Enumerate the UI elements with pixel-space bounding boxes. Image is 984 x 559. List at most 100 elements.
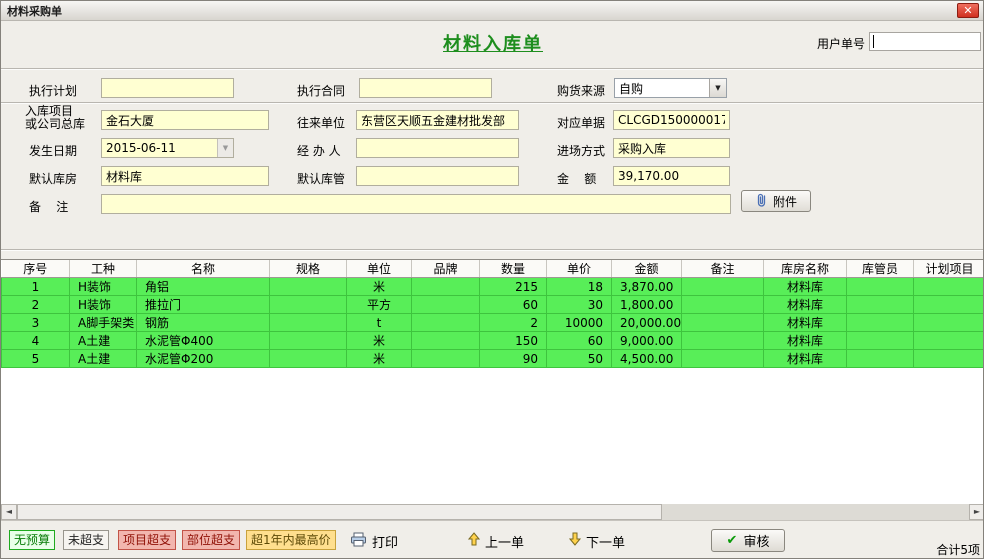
project-label: 入库项目或公司总库 (25, 105, 85, 131)
table-row[interactable]: 2H装饰推拉门平方60301,800.00材料库 (2, 296, 984, 314)
column-header: 名称 (137, 260, 270, 278)
previous-order-label: 上一单 (485, 532, 524, 551)
entry-mode-input[interactable] (613, 138, 730, 158)
amount-input[interactable] (613, 166, 730, 186)
previous-order-button[interactable]: 上一单 (468, 529, 524, 553)
table-row[interactable]: 1H装饰角铝米215183,870.00材料库 (2, 278, 984, 296)
date-picker[interactable]: 2015-06-11 ▼ (101, 138, 234, 158)
table-cell: 水泥管Φ200 (137, 350, 270, 368)
user-no-input[interactable] (869, 32, 981, 51)
column-header: 单位 (347, 260, 412, 278)
table-cell: 20,000.00 (612, 314, 682, 332)
table-cell: 水泥管Φ400 (137, 332, 270, 350)
table-cell: 150 (480, 332, 547, 350)
next-order-button[interactable]: 下一单 (569, 529, 625, 553)
project-input[interactable] (101, 110, 269, 130)
keeper-input[interactable] (356, 166, 519, 186)
table-cell (914, 296, 984, 314)
table-cell: 米 (347, 350, 412, 368)
table-cell (847, 332, 914, 350)
horizontal-scrollbar[interactable]: ◄ ► (1, 504, 984, 520)
table-header-row: 序号工种名称规格单位品牌数量单价金额备注库房名称库管员计划项目 (2, 260, 984, 278)
table-cell: H装饰 (70, 278, 137, 296)
scroll-right-icon[interactable]: ► (969, 504, 984, 520)
table-cell: 2 (480, 314, 547, 332)
table-cell: 90 (480, 350, 547, 368)
column-header: 品牌 (412, 260, 480, 278)
table-cell (682, 296, 764, 314)
table-cell: 钢筋 (137, 314, 270, 332)
table-cell (682, 332, 764, 350)
window-title: 材料采购单 (7, 3, 62, 19)
legend-project-over: 项目超支 (118, 530, 176, 550)
calendar-dropdown-icon[interactable]: ▼ (217, 139, 233, 157)
table-cell (270, 332, 347, 350)
table-cell: 18 (547, 278, 612, 296)
table-cell: 4 (2, 332, 70, 350)
table-cell: 50 (547, 350, 612, 368)
remark-label: 备 注 (29, 198, 68, 215)
exec-contract-label: 执行合同 (297, 82, 345, 99)
divider (1, 249, 984, 251)
table-cell (847, 314, 914, 332)
table-cell: 3 (2, 314, 70, 332)
scrollbar-thumb[interactable] (17, 504, 662, 520)
audit-label: 审核 (743, 531, 769, 550)
chevron-down-icon[interactable]: ▼ (709, 79, 726, 97)
table-row[interactable]: 5A土建水泥管Φ200米90504,500.00材料库 (2, 350, 984, 368)
close-button[interactable]: ✕ (957, 3, 979, 18)
attachment-button[interactable]: 附件 (741, 190, 811, 212)
table-cell (914, 278, 984, 296)
print-button[interactable]: 打印 (350, 529, 398, 553)
bottom-toolbar: 无预算 未超支 项目超支 部位超支 超1年内最高价 打印 上一单 下一单 ✔ 审… (1, 520, 984, 559)
table-cell: A脚手架类 (70, 314, 137, 332)
warehouse-input[interactable] (101, 166, 269, 186)
table-cell (847, 350, 914, 368)
purchase-source-select[interactable]: 自购 ▼ (614, 78, 727, 98)
exec-plan-input[interactable] (101, 78, 234, 98)
table-cell (682, 314, 764, 332)
table-cell (682, 350, 764, 368)
handler-input[interactable] (356, 138, 519, 158)
legend-no-budget: 无预算 (9, 530, 55, 550)
audit-button[interactable]: ✔ 审核 (711, 529, 785, 552)
remark-input[interactable] (101, 194, 731, 214)
table-row[interactable]: 3A脚手架类钢筋t21000020,000.00材料库 (2, 314, 984, 332)
table-cell: 60 (480, 296, 547, 314)
divider (1, 102, 984, 104)
table-cell: 4,500.00 (612, 350, 682, 368)
table-cell (270, 350, 347, 368)
column-header: 工种 (70, 260, 137, 278)
scroll-left-icon[interactable]: ◄ (1, 504, 17, 520)
date-label: 发生日期 (29, 142, 77, 159)
table-cell (914, 332, 984, 350)
legend-not-over: 未超支 (63, 530, 109, 550)
warehouse-label: 默认库房 (29, 170, 77, 187)
items-table: 序号工种名称规格单位品牌数量单价金额备注库房名称库管员计划项目1H装饰角铝米21… (1, 260, 984, 368)
table-cell (270, 278, 347, 296)
items-grid: 序号工种名称规格单位品牌数量单价金额备注库房名称库管员计划项目1H装饰角铝米21… (1, 259, 984, 504)
table-cell: 材料库 (764, 332, 847, 350)
table-cell: 米 (347, 332, 412, 350)
column-header: 数量 (480, 260, 547, 278)
table-cell: 材料库 (764, 296, 847, 314)
table-cell: 10000 (547, 314, 612, 332)
date-value: 2015-06-11 (102, 141, 217, 155)
table-cell: 215 (480, 278, 547, 296)
column-header: 单价 (547, 260, 612, 278)
ref-doc-input[interactable] (613, 110, 730, 130)
supplier-input[interactable] (356, 110, 519, 130)
table-cell: 材料库 (764, 350, 847, 368)
user-no-label: 用户单号 (817, 35, 865, 52)
table-cell: 1,800.00 (612, 296, 682, 314)
table-cell: A土建 (70, 350, 137, 368)
close-icon: ✕ (963, 4, 972, 17)
column-header: 计划项目 (914, 260, 984, 278)
ref-doc-label: 对应单据 (557, 114, 605, 131)
paperclip-icon (755, 193, 768, 210)
column-header: 库管员 (847, 260, 914, 278)
column-header: 规格 (270, 260, 347, 278)
arrow-up-icon (468, 532, 480, 550)
table-row[interactable]: 4A土建水泥管Φ400米150609,000.00材料库 (2, 332, 984, 350)
exec-contract-input[interactable] (359, 78, 492, 98)
